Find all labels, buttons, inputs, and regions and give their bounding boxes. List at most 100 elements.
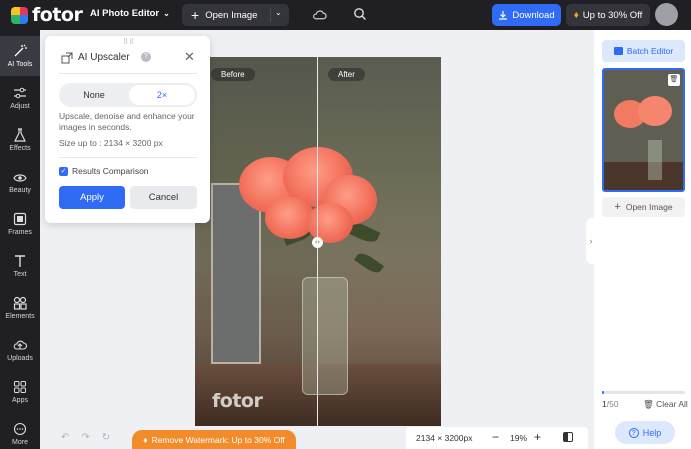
flask-icon <box>14 128 26 142</box>
apply-button[interactable]: Apply <box>59 186 125 209</box>
collapse-panel-toggle[interactable]: › <box>586 218 596 264</box>
open-image-dropdown-icon[interactable]: ⌄ <box>275 8 282 17</box>
watermark: fotor <box>212 390 263 412</box>
download-button[interactable]: Download <box>492 4 561 26</box>
compare-icon[interactable] <box>563 432 573 442</box>
before-label: Before <box>211 68 255 81</box>
search-icon[interactable] <box>353 7 367 21</box>
sidebar-item-beauty[interactable]: Beauty <box>0 162 40 202</box>
clear-all-button[interactable]: 🗑 Clear All <box>643 399 688 410</box>
results-comparison-label: Results Comparison <box>72 166 149 176</box>
scale-option-none[interactable]: None <box>61 85 127 105</box>
upscale-icon <box>61 52 73 64</box>
download-icon <box>499 11 508 20</box>
upscaler-description: Upscale, denoise and enhance your images… <box>59 111 195 132</box>
drag-handle-icon[interactable]: ⠿⠿ <box>123 38 135 46</box>
panel-title: AI Upscaler <box>78 52 130 63</box>
zoom-level[interactable]: 19% <box>510 433 527 443</box>
after-label: After <box>328 68 365 81</box>
sidebar-item-label: Uploads <box>7 355 33 362</box>
sidebar-item-ai-tools[interactable]: AI Tools <box>0 36 40 76</box>
batch-editor-label: Batch Editor <box>626 46 674 56</box>
promo-button[interactable]: ♦ Up to 30% Off <box>566 4 650 26</box>
background-frame <box>211 183 261 364</box>
app-switcher-label: AI Photo Editor <box>90 8 160 19</box>
upload-icon <box>13 340 27 350</box>
zoom-in-button[interactable]: + <box>534 430 541 444</box>
remove-watermark-button[interactable]: ♦ Remove Watermark: Up to 30% Off <box>132 430 296 449</box>
left-sidebar: AI Tools Adjust Effects Beauty Frames Te… <box>0 30 40 449</box>
batch-editor-button[interactable]: Batch Editor <box>602 40 685 62</box>
plus-icon: + <box>614 201 621 213</box>
divider <box>270 8 271 22</box>
help-label: Help <box>642 427 662 438</box>
help-icon[interactable]: ? <box>141 52 151 62</box>
sidebar-item-label: Elements <box>5 313 35 320</box>
magic-wand-icon <box>14 44 27 57</box>
undo-icon[interactable]: ↶ <box>61 432 69 443</box>
redo-icon[interactable]: ↷ <box>81 432 89 443</box>
upload-progress-fill <box>602 391 604 394</box>
logo-text: fotor <box>32 4 83 26</box>
sidebar-item-frames[interactable]: Frames <box>0 204 40 244</box>
fotor-logo[interactable]: fotor <box>11 4 83 26</box>
reset-icon[interactable]: ↻ <box>102 432 110 443</box>
diamond-icon: ♦ <box>573 9 579 21</box>
cloud-icon[interactable] <box>312 8 327 22</box>
shapes-icon <box>13 296 27 310</box>
zoom-bar: 2134 × 3200px − 19% + <box>406 427 588 449</box>
sidebar-item-apps[interactable]: Apps <box>0 372 40 412</box>
sidebar-item-label: Beauty <box>9 187 31 194</box>
frame-icon <box>13 212 27 226</box>
results-comparison-checkbox[interactable]: ✓ Results Comparison <box>59 166 149 176</box>
image-dimensions: 2134 × 3200px <box>416 433 473 443</box>
sidebar-item-label: Apps <box>12 397 28 404</box>
sidebar-item-label: Adjust <box>10 103 30 110</box>
help-button[interactable]: ? Help <box>615 421 675 444</box>
zoom-out-button[interactable]: − <box>492 430 499 444</box>
chevron-down-icon: ⌄ <box>163 9 170 18</box>
sidebar-item-label: AI Tools <box>7 61 33 68</box>
plus-icon: + <box>191 7 200 23</box>
cancel-button[interactable]: Cancel <box>130 186 197 209</box>
scale-option-2x[interactable]: 2× <box>129 85 195 105</box>
history-controls: ↶ ↷ ↻ <box>61 432 122 443</box>
sidebar-item-adjust[interactable]: Adjust <box>0 78 40 118</box>
checkbox-checked-icon: ✓ <box>59 166 68 176</box>
clear-all-label: Clear All <box>656 399 688 409</box>
help-icon: ? <box>628 427 639 438</box>
sidebar-item-uploads[interactable]: Uploads <box>0 330 40 370</box>
image-count: 1/50 <box>602 399 619 409</box>
glass-vase <box>302 277 348 395</box>
batch-icon <box>613 47 623 55</box>
sidebar-item-elements[interactable]: Elements <box>0 288 40 328</box>
open-image-button[interactable]: Open Image <box>205 10 257 21</box>
trash-icon: 🗑 <box>643 399 657 409</box>
apps-icon <box>14 381 26 393</box>
fotor-logo-icon <box>11 6 28 24</box>
download-label: Download <box>512 9 555 21</box>
diamond-icon: ♦ <box>143 434 148 445</box>
upload-progress <box>602 391 685 394</box>
open-image-panel-label: Open Image <box>625 202 673 212</box>
trash-icon[interactable]: 🗑 <box>668 74 680 86</box>
sidebar-item-effects[interactable]: Effects <box>0 120 40 160</box>
remove-watermark-label: Remove Watermark: Up to 30% Off <box>151 434 285 445</box>
sidebar-item-more[interactable]: More <box>0 414 40 449</box>
app-switcher[interactable]: AI Photo Editor ⌄ <box>90 8 170 19</box>
avatar[interactable] <box>655 3 678 26</box>
open-image-group: + Open Image ⌄ <box>182 4 289 26</box>
close-icon[interactable]: ✕ <box>184 49 195 65</box>
top-bar: fotor AI Photo Editor ⌄ + Open Image ⌄ Do… <box>0 0 691 30</box>
divider <box>59 73 197 74</box>
sidebar-item-label: Text <box>13 271 27 278</box>
promo-label: Up to 30% Off <box>582 9 643 21</box>
image-thumbnail[interactable]: 🗑 <box>602 68 685 192</box>
image-count-total: /50 <box>606 399 619 409</box>
sidebar-item-label: Frames <box>8 229 32 236</box>
sidebar-item-text[interactable]: Text <box>0 246 40 286</box>
open-image-panel-button[interactable]: + Open Image <box>602 197 685 217</box>
comparison-handle[interactable]: ‹› <box>312 237 323 248</box>
scale-selector: None 2× <box>59 83 197 107</box>
text-icon <box>15 255 25 267</box>
